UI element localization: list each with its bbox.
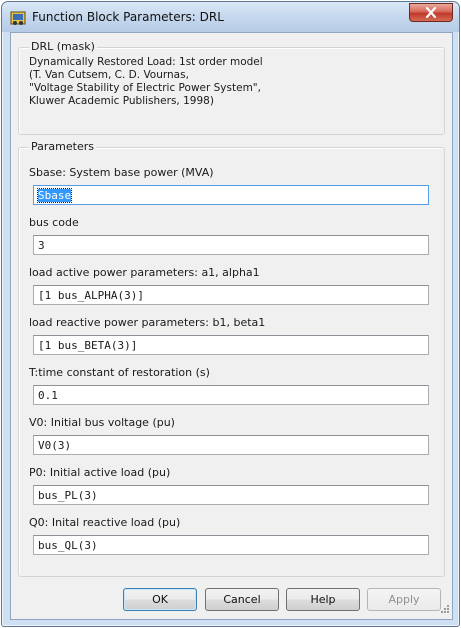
p0-field[interactable]: bus_PL(3): [33, 485, 429, 505]
mask-group: DRL (mask) Dynamically Restored Load: 1s…: [18, 40, 445, 135]
reactive-power-field[interactable]: [1 bus_BETA(3)]: [33, 335, 429, 355]
description-line: "Voltage Stability of Electric Power Sys…: [29, 82, 261, 94]
ok-button[interactable]: OK: [123, 588, 197, 611]
cancel-button[interactable]: Cancel: [205, 588, 279, 611]
active-power-field[interactable]: [1 bus_ALPHA(3)]: [33, 285, 429, 305]
help-button[interactable]: Help: [286, 588, 360, 611]
param-label-v0: V0: Initial bus voltage (pu): [29, 416, 175, 429]
mask-legend: DRL (mask): [29, 40, 97, 53]
window-title: Function Block Parameters: DRL: [32, 10, 224, 24]
title-bar[interactable]: Function Block Parameters: DRL: [2, 2, 459, 32]
param-label-time-constant: T:time constant of restoration (s): [29, 366, 210, 379]
parameters-legend: Parameters: [29, 140, 96, 153]
simulink-icon: [10, 10, 26, 26]
param-label-p0: P0: Initial active load (pu): [29, 466, 171, 479]
dialog-window: Function Block Parameters: DRL DRL (mask…: [1, 1, 460, 627]
sbase-field[interactable]: Sbase: [33, 185, 429, 205]
dialog-client: DRL (mask) Dynamically Restored Load: 1s…: [10, 32, 453, 620]
time-constant-field[interactable]: 0.1: [33, 385, 429, 405]
param-label-q0: Q0: Inital reactive load (pu): [29, 516, 181, 529]
param-label-bus-code: bus code: [29, 216, 79, 229]
v0-field[interactable]: V0(3): [33, 435, 429, 455]
close-icon: [425, 7, 437, 18]
sbase-value: Sbase: [36, 188, 73, 203]
description-line: Dynamically Restored Load: 1st order mod…: [29, 56, 263, 68]
param-label-active-power: load active power parameters: a1, alpha1: [29, 266, 260, 279]
param-label-reactive-power: load reactive power parameters: b1, beta…: [29, 316, 266, 329]
description-line: Kluwer Academic Publishers, 1998): [29, 95, 214, 107]
apply-button[interactable]: Apply: [367, 588, 441, 611]
mask-description: Dynamically Restored Load: 1st order mod…: [29, 56, 263, 108]
resize-grip-icon[interactable]: [440, 604, 450, 617]
param-label-sbase: Sbase: System base power (MVA): [29, 166, 214, 179]
q0-field[interactable]: bus_QL(3): [33, 535, 429, 555]
bus-code-field[interactable]: 3: [33, 235, 429, 255]
parameters-group: Parameters Sbase: System base power (MVA…: [18, 140, 445, 577]
close-button[interactable]: [409, 3, 453, 22]
description-line: (T. Van Cutsem, C. D. Vournas,: [29, 69, 189, 81]
